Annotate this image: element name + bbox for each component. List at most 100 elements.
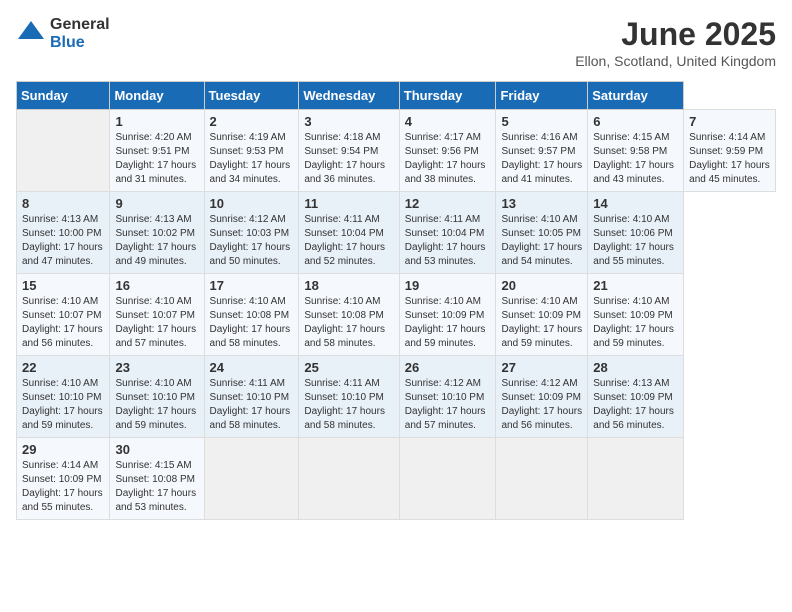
calendar-cell (299, 438, 399, 520)
logo-blue: Blue (50, 34, 110, 52)
week-row-1: 1 Sunrise: 4:20 AMSunset: 9:51 PMDaylight… (17, 110, 776, 192)
calendar-cell: 30 Sunrise: 4:15 AMSunset: 10:08 PMDaylig… (110, 438, 204, 520)
week-row-5: 29Sunrise: 4:14 AMSunset: 10:09 PMDaylig… (17, 438, 776, 520)
calendar-table: SundayMondayTuesdayWednesdayThursdayFrid… (16, 81, 776, 520)
day-info: Sunrise: 4:13 AMSunset: 10:09 PMDaylight… (593, 377, 678, 433)
week-row-4: 22Sunrise: 4:10 AMSunset: 10:10 PMDaylig… (17, 356, 776, 438)
day-number: 24 (210, 360, 294, 375)
day-info: Sunrise: 4:10 AMSunset: 10:08 PMDaylight… (210, 295, 294, 351)
day-info: Sunrise: 4:13 AMSunset: 10:00 PMDaylight… (22, 213, 104, 269)
day-info: Sunrise: 4:15 AMSunset: 9:58 PMDaylight:… (593, 131, 678, 187)
week-row-3: 15 Sunrise: 4:10 AMSunset: 10:07 PMDaylig… (17, 274, 776, 356)
header-saturday: Saturday (588, 82, 684, 110)
page-header: General Blue June 2025 Ellon, Scotland, … (16, 16, 776, 69)
calendar-cell: 18 Sunrise: 4:10 AMSunset: 10:08 PMDaylig… (299, 274, 399, 356)
day-number: 11 (304, 196, 393, 211)
day-number: 4 (405, 114, 491, 129)
day-info: Sunrise: 4:12 AMSunset: 10:09 PMDaylight… (501, 377, 582, 433)
day-number: 21 (593, 278, 678, 293)
header-thursday: Thursday (399, 82, 496, 110)
calendar-cell: 17 Sunrise: 4:10 AMSunset: 10:08 PMDaylig… (204, 274, 299, 356)
day-number: 7 (689, 114, 770, 129)
day-number: 16 (115, 278, 198, 293)
day-info: Sunrise: 4:11 AMSunset: 10:04 PMDaylight… (405, 213, 491, 269)
day-info: Sunrise: 4:10 AMSunset: 10:07 PMDaylight… (115, 295, 198, 351)
calendar-cell: 15 Sunrise: 4:10 AMSunset: 10:07 PMDaylig… (17, 274, 110, 356)
calendar-cell: 10 Sunrise: 4:12 AMSunset: 10:03 PMDaylig… (204, 192, 299, 274)
calendar-cell: 2 Sunrise: 4:19 AMSunset: 9:53 PMDaylight… (204, 110, 299, 192)
calendar-cell: 19 Sunrise: 4:10 AMSunset: 10:09 PMDaylig… (399, 274, 496, 356)
header-friday: Friday (496, 82, 588, 110)
day-info: Sunrise: 4:12 AMSunset: 10:03 PMDaylight… (210, 213, 294, 269)
day-info: Sunrise: 4:11 AMSunset: 10:10 PMDaylight… (210, 377, 294, 433)
day-number: 18 (304, 278, 393, 293)
calendar-cell: 29Sunrise: 4:14 AMSunset: 10:09 PMDaylig… (17, 438, 110, 520)
calendar-cell: 11 Sunrise: 4:11 AMSunset: 10:04 PMDaylig… (299, 192, 399, 274)
calendar-cell: 1 Sunrise: 4:20 AMSunset: 9:51 PMDaylight… (110, 110, 204, 192)
day-number: 25 (304, 360, 393, 375)
calendar-cell: 22Sunrise: 4:10 AMSunset: 10:10 PMDaylig… (17, 356, 110, 438)
day-number: 3 (304, 114, 393, 129)
calendar-cell: 7 Sunrise: 4:14 AMSunset: 9:59 PMDaylight… (684, 110, 776, 192)
logo-text: General Blue (50, 16, 110, 51)
day-info: Sunrise: 4:20 AMSunset: 9:51 PMDaylight:… (115, 131, 198, 187)
calendar-cell: 14 Sunrise: 4:10 AMSunset: 10:06 PMDaylig… (588, 192, 684, 274)
header-sunday: Sunday (17, 82, 110, 110)
month-title: June 2025 (575, 16, 776, 53)
day-number: 19 (405, 278, 491, 293)
day-number: 9 (115, 196, 198, 211)
calendar-cell: 4 Sunrise: 4:17 AMSunset: 9:56 PMDaylight… (399, 110, 496, 192)
calendar-cell: 6 Sunrise: 4:15 AMSunset: 9:58 PMDaylight… (588, 110, 684, 192)
calendar-cell: 8 Sunrise: 4:13 AMSunset: 10:00 PMDayligh… (17, 192, 110, 274)
day-number: 30 (115, 442, 198, 457)
day-number: 8 (22, 196, 104, 211)
calendar-cell (496, 438, 588, 520)
day-info: Sunrise: 4:10 AMSunset: 10:08 PMDaylight… (304, 295, 393, 351)
day-number: 10 (210, 196, 294, 211)
calendar-cell: 9Sunrise: 4:13 AMSunset: 10:02 PMDayligh… (110, 192, 204, 274)
title-block: June 2025 Ellon, Scotland, United Kingdo… (575, 16, 776, 69)
calendar-cell: 12 Sunrise: 4:11 AMSunset: 10:04 PMDaylig… (399, 192, 496, 274)
logo-icon (16, 19, 46, 49)
calendar-cell: 13Sunrise: 4:10 AMSunset: 10:05 PMDaylig… (496, 192, 588, 274)
calendar-cell (17, 110, 110, 192)
day-info: Sunrise: 4:10 AMSunset: 10:05 PMDaylight… (501, 213, 582, 269)
day-number: 27 (501, 360, 582, 375)
week-row-2: 8 Sunrise: 4:13 AMSunset: 10:00 PMDayligh… (17, 192, 776, 274)
day-info: Sunrise: 4:15 AMSunset: 10:08 PMDaylight… (115, 459, 198, 515)
day-info: Sunrise: 4:10 AMSunset: 10:07 PMDaylight… (22, 295, 104, 351)
day-info: Sunrise: 4:11 AMSunset: 10:04 PMDaylight… (304, 213, 393, 269)
day-info: Sunrise: 4:10 AMSunset: 10:06 PMDaylight… (593, 213, 678, 269)
day-info: Sunrise: 4:16 AMSunset: 9:57 PMDaylight:… (501, 131, 582, 187)
calendar-cell: 20 Sunrise: 4:10 AMSunset: 10:09 PMDaylig… (496, 274, 588, 356)
calendar-cell (399, 438, 496, 520)
day-number: 2 (210, 114, 294, 129)
location: Ellon, Scotland, United Kingdom (575, 53, 776, 69)
day-number: 23 (115, 360, 198, 375)
calendar-cell (588, 438, 684, 520)
day-number: 17 (210, 278, 294, 293)
header-wednesday: Wednesday (299, 82, 399, 110)
day-number: 29 (22, 442, 104, 457)
calendar-cell: 16 Sunrise: 4:10 AMSunset: 10:07 PMDaylig… (110, 274, 204, 356)
day-number: 15 (22, 278, 104, 293)
header-monday: Monday (110, 82, 204, 110)
day-number: 12 (405, 196, 491, 211)
day-info: Sunrise: 4:17 AMSunset: 9:56 PMDaylight:… (405, 131, 491, 187)
day-number: 14 (593, 196, 678, 211)
day-number: 20 (501, 278, 582, 293)
calendar-cell: 27 Sunrise: 4:12 AMSunset: 10:09 PMDaylig… (496, 356, 588, 438)
calendar-cell (204, 438, 299, 520)
day-info: Sunrise: 4:10 AMSunset: 10:09 PMDaylight… (501, 295, 582, 351)
day-info: Sunrise: 4:19 AMSunset: 9:53 PMDaylight:… (210, 131, 294, 187)
day-info: Sunrise: 4:11 AMSunset: 10:10 PMDaylight… (304, 377, 393, 433)
calendar-cell: 28Sunrise: 4:13 AMSunset: 10:09 PMDaylig… (588, 356, 684, 438)
day-info: Sunrise: 4:12 AMSunset: 10:10 PMDaylight… (405, 377, 491, 433)
logo: General Blue (16, 16, 110, 51)
day-number: 1 (115, 114, 198, 129)
day-info: Sunrise: 4:14 AMSunset: 9:59 PMDaylight:… (689, 131, 770, 187)
day-number: 6 (593, 114, 678, 129)
day-info: Sunrise: 4:10 AMSunset: 10:09 PMDaylight… (405, 295, 491, 351)
header-tuesday: Tuesday (204, 82, 299, 110)
calendar-cell: 3Sunrise: 4:18 AMSunset: 9:54 PMDaylight… (299, 110, 399, 192)
